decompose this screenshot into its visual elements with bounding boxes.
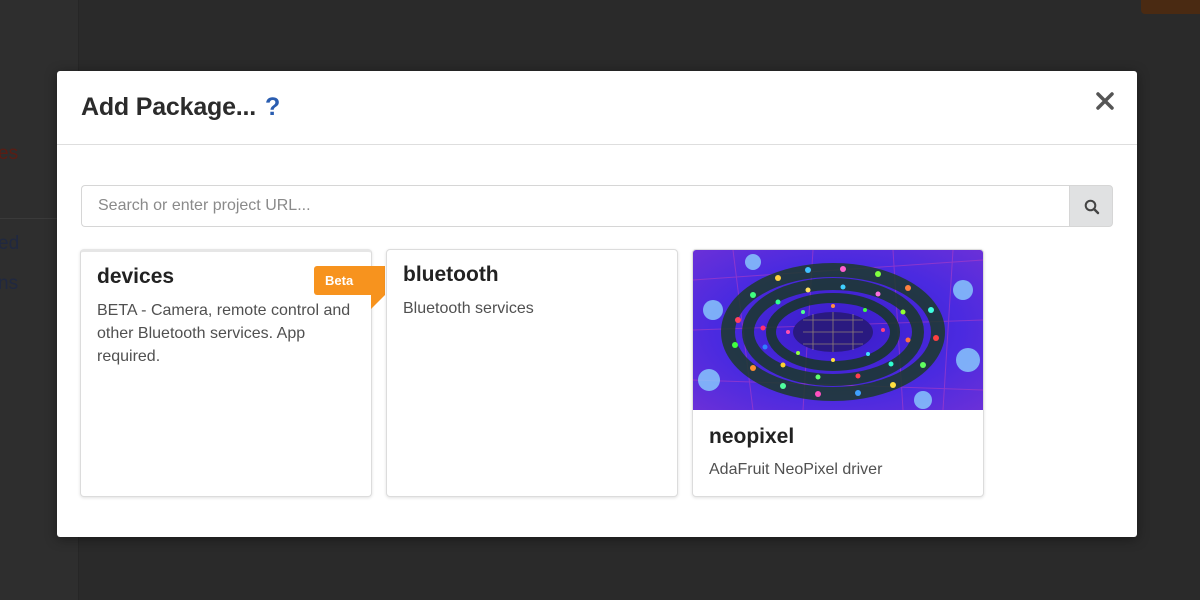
- background-text-fragment: ns: [0, 273, 19, 294]
- help-link[interactable]: ?: [265, 93, 280, 122]
- package-card-neopixel[interactable]: neopixel AdaFruit NeoPixel driver: [692, 249, 984, 497]
- background-text-fragment: ed: [0, 233, 20, 254]
- neopixel-image: [693, 250, 983, 410]
- package-card-devices[interactable]: devices Beta BETA - Camera, remote contr…: [80, 249, 385, 497]
- card-title: neopixel: [709, 425, 795, 448]
- close-icon: [1096, 92, 1114, 110]
- close-button[interactable]: [1093, 89, 1117, 113]
- card-description: AdaFruit NeoPixel driver: [709, 461, 883, 478]
- card-description: Bluetooth services: [403, 300, 534, 317]
- card-title: bluetooth: [403, 263, 499, 286]
- search-icon: [1084, 199, 1100, 215]
- package-card-bluetooth[interactable]: bluetooth Bluetooth services: [386, 249, 678, 497]
- search-bar: [81, 185, 1113, 229]
- dialog-title: Add Package...: [81, 93, 257, 121]
- card-title: devices: [97, 265, 175, 288]
- search-button[interactable]: [1069, 185, 1113, 227]
- dialog-header: Add Package... ?: [57, 71, 1137, 145]
- background-text-fragment: es: [0, 143, 19, 164]
- card-description: BETA - Camera, remote control and other …: [97, 302, 351, 365]
- beta-badge: Beta: [314, 266, 385, 295]
- background-orange-button: [1141, 0, 1200, 14]
- beta-badge-fold: [371, 295, 385, 309]
- add-package-dialog: Add Package... ? devices Beta BETA - Cam…: [57, 71, 1137, 537]
- search-input[interactable]: [81, 185, 1069, 227]
